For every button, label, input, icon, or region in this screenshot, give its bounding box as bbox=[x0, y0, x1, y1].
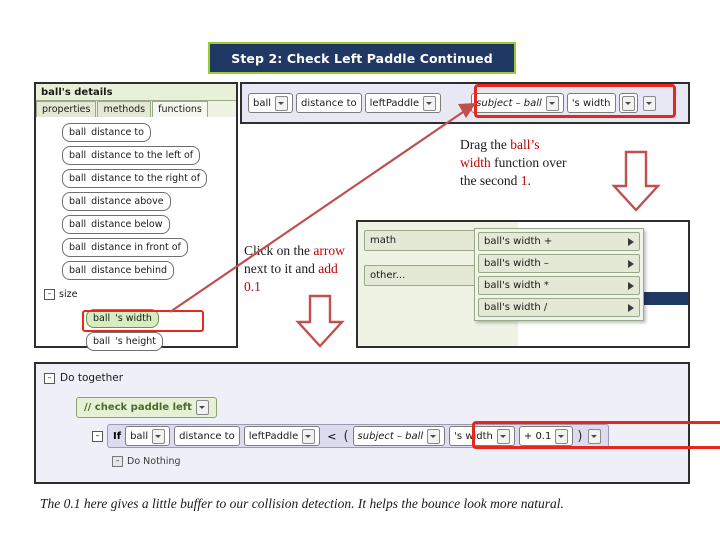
down-arrow-right bbox=[611, 150, 661, 212]
down-arrow-center bbox=[295, 294, 345, 348]
caption: The 0.1 here gives a little buffer to ou… bbox=[40, 496, 564, 511]
drag-arrow-diagonal bbox=[169, 103, 476, 313]
